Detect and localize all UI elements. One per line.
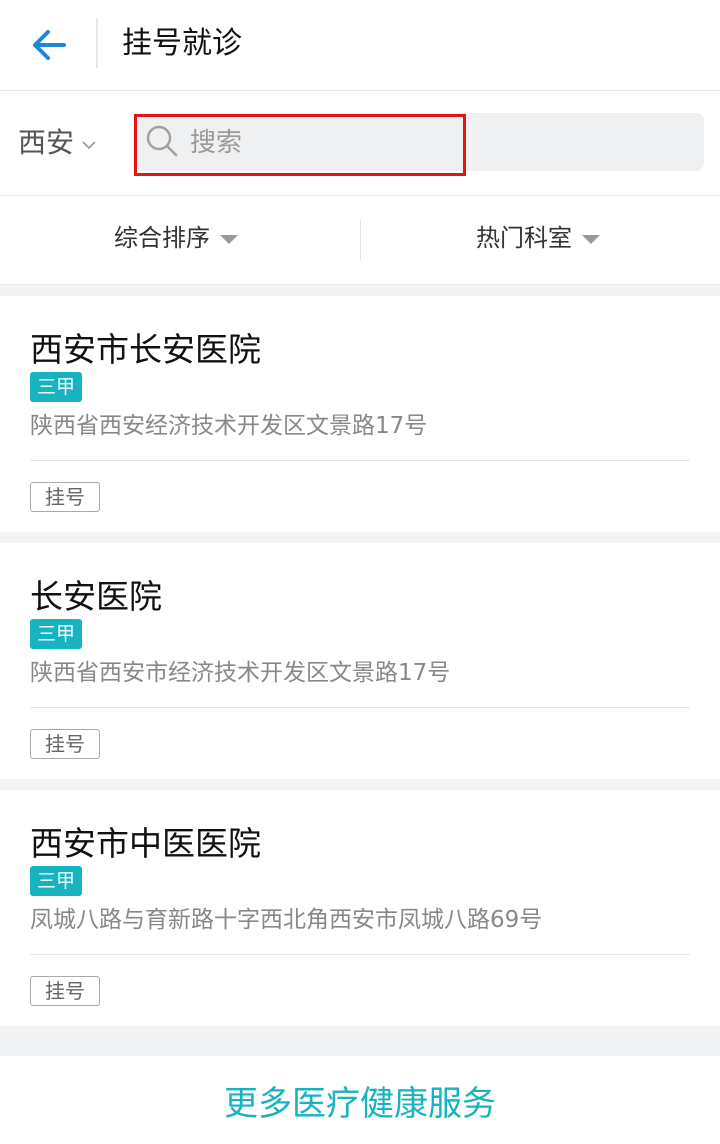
hospital-address: 陕西省西安经济技术开发区文景路17号 [30, 413, 428, 439]
caret-down-icon [582, 234, 600, 244]
department-dropdown[interactable]: 热门科室 [476, 220, 600, 256]
card-divider [30, 460, 690, 461]
hospital-card[interactable]: 西安市中医医院 三甲 凤城八路与育新路十字西北角西安市凤城八路69号 挂号 [0, 790, 720, 1026]
hospital-name: 西安市长安医院 [30, 330, 261, 369]
hospital-address: 凤城八路与育新路十字西北角西安市凤城八路69号 [30, 907, 543, 933]
top-bar: 挂号就诊 [0, 0, 720, 91]
hospital-address: 陕西省西安市经济技术开发区文景路17号 [30, 660, 451, 686]
department-label: 热门科室 [476, 224, 572, 252]
chevron-down-icon [82, 141, 96, 150]
page-title: 挂号就诊 [122, 26, 242, 61]
hospital-level-badge: 三甲 [30, 866, 82, 896]
filter-bar: 综合排序 热门科室 [0, 196, 720, 285]
hospital-level-badge: 三甲 [30, 619, 82, 649]
hospital-card[interactable]: 长安医院 三甲 陕西省西安市经济技术开发区文景路17号 挂号 [0, 543, 720, 779]
hospital-name: 长安医院 [30, 577, 162, 616]
caret-down-icon [220, 234, 238, 244]
arrow-left-icon [33, 30, 66, 60]
footer: 更多医疗健康服务 [0, 1056, 720, 1144]
more-services-link[interactable]: 更多医疗健康服务 [0, 1080, 720, 1128]
hospital-level-badge: 三甲 [30, 372, 82, 402]
hospital-card[interactable]: 西安市长安医院 三甲 陕西省西安经济技术开发区文景路17号 挂号 [0, 296, 720, 532]
sort-dropdown[interactable]: 综合排序 [114, 220, 238, 256]
back-button[interactable] [26, 22, 72, 68]
search-icon [146, 125, 178, 157]
register-button[interactable]: 挂号 [30, 729, 100, 759]
header-divider [96, 18, 98, 68]
city-selector[interactable]: 西安 [18, 121, 96, 165]
register-button[interactable]: 挂号 [30, 482, 100, 512]
search-input[interactable] [188, 121, 592, 165]
city-label: 西安 [18, 126, 75, 159]
hospital-name: 西安市中医医院 [30, 824, 261, 863]
search-box[interactable] [134, 113, 704, 171]
sort-label: 综合排序 [114, 224, 210, 252]
card-divider [30, 954, 690, 955]
search-bar: 西安 [0, 91, 720, 196]
card-divider [30, 707, 690, 708]
register-button[interactable]: 挂号 [30, 976, 100, 1006]
filter-divider [360, 220, 361, 260]
